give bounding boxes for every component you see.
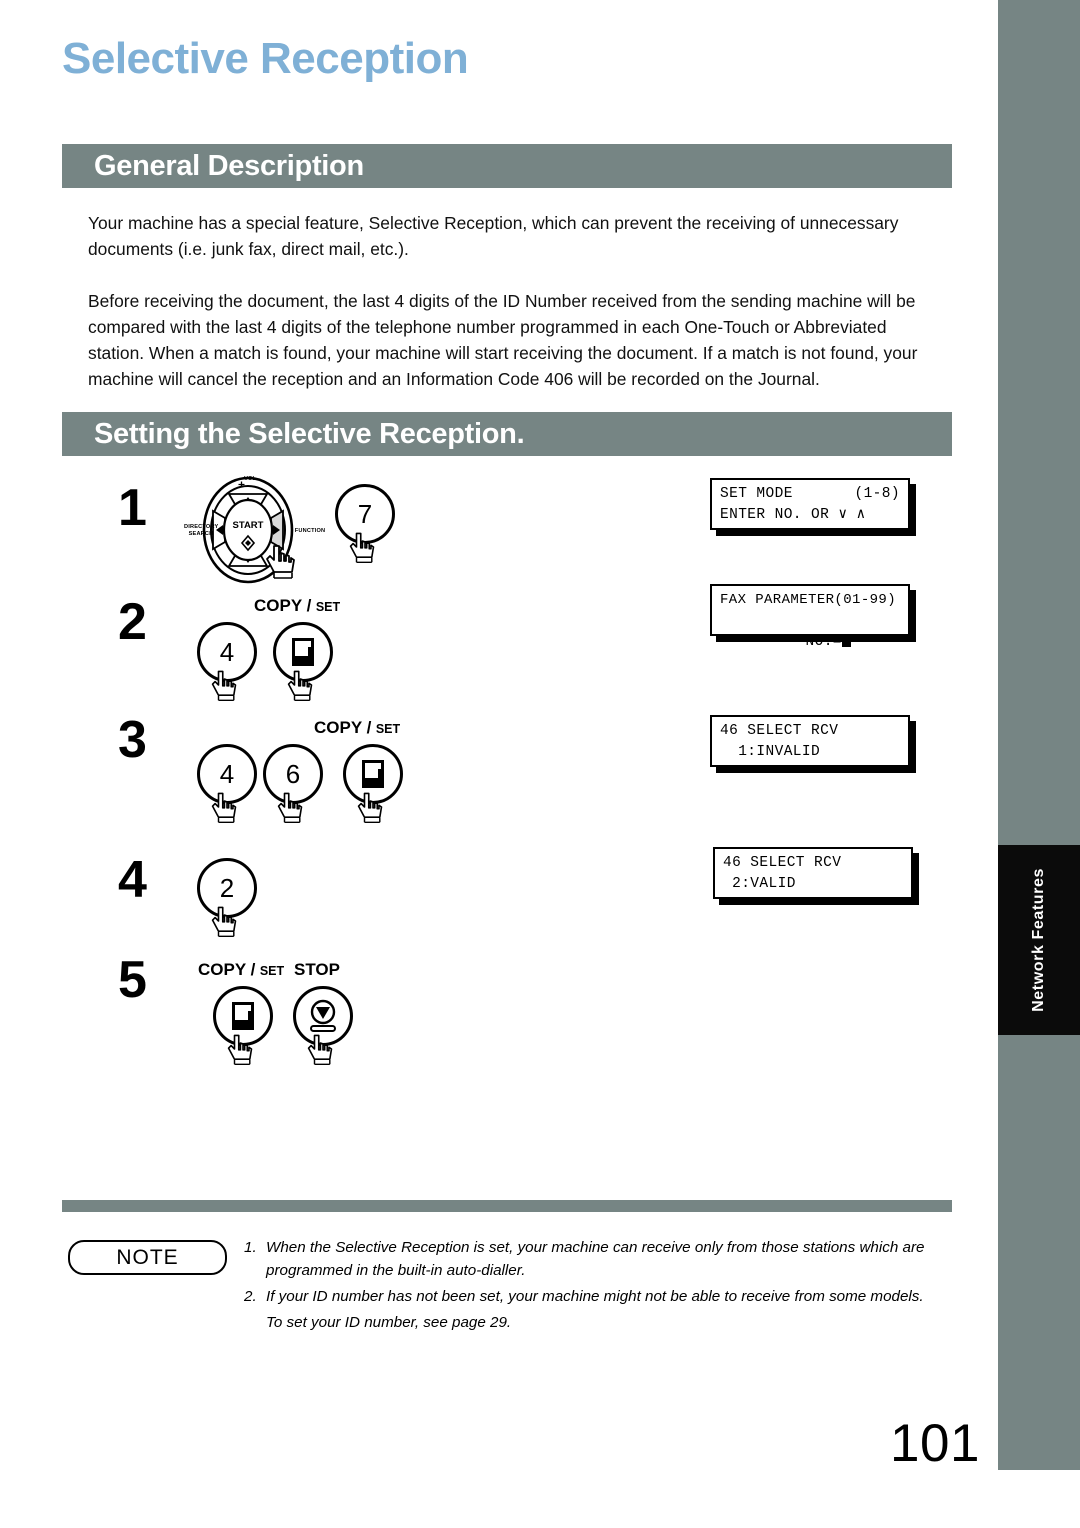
lcd-line: 46 SELECT RCV (720, 723, 839, 739)
note-text: When the Selective Reception is set, you… (266, 1239, 925, 1279)
hand-pointer-icon (266, 545, 295, 579)
step-keys (213, 986, 353, 1066)
key-unit[interactable] (343, 744, 403, 824)
label-copy: COPY (254, 596, 303, 615)
page-title: Selective Reception (62, 34, 469, 83)
key-group-label-copy-set: COPY / SET (254, 596, 340, 616)
paragraph-intro: Your machine has a special feature, Sele… (88, 213, 899, 259)
lcd-text-prefix: NO.= (805, 634, 842, 650)
step-row: 5 COPY / SET STOP (0, 938, 1000, 1066)
hand-pointer-icon (357, 792, 383, 824)
step-keys: 4 6 (197, 744, 403, 824)
dial-label-directory-search: DIRECTORY SEARCH (184, 524, 218, 538)
dial-label-line2: SEARCH (188, 531, 214, 537)
lcd-display-fax-parameter: FAX PARAMETER(01-99) NO.= (710, 584, 910, 650)
note-list: 1. When the Selective Reception is set, … (244, 1236, 954, 1334)
hand-pointer-icon (227, 1034, 253, 1066)
side-tab-network-features: Network Features (998, 845, 1080, 1035)
lcd-line: NO.= (720, 611, 900, 674)
key-unit[interactable]: 2 (197, 858, 257, 938)
step-keys: 4 (197, 622, 333, 702)
label-slash: / (306, 596, 312, 615)
lcd-line: 2:VALID (723, 876, 796, 892)
label-set: SET (259, 964, 285, 978)
lcd-display-set-mode: SET MODE (1-8) ENTER NO. OR ∨ ∧ (710, 478, 910, 530)
dial-label-function: FUNCTION (294, 528, 326, 534)
key-label-stop: STOP (294, 960, 340, 980)
step-number: 1 (118, 479, 147, 537)
step-number: 4 (118, 851, 147, 909)
lcd-display-select-rcv-invalid: 46 SELECT RCV 1:INVALID (710, 715, 910, 767)
label-set: SET (315, 600, 341, 614)
navigation-dial[interactable]: START VOL. DIRECTORY SEARCH FUNCTION (184, 474, 336, 586)
label-stop: STOP (294, 960, 340, 979)
label-copy: COPY (314, 718, 363, 737)
paragraph-id-matching: Before receiving the document, the last … (88, 291, 918, 389)
step-number: 3 (118, 711, 147, 769)
hand-pointer-icon (307, 1034, 333, 1066)
note-item: 1. When the Selective Reception is set, … (244, 1236, 954, 1282)
hand-pointer-icon (211, 906, 237, 938)
lcd-line: ENTER NO. OR ∨ ∧ (720, 507, 866, 523)
copy-page-icon (362, 760, 384, 788)
note-subtext: To set your ID number, see page 29. (266, 1314, 512, 1331)
key-unit[interactable]: 4 (197, 622, 257, 702)
key-unit[interactable]: 7 (335, 484, 395, 564)
dial-label-line1: DIRECTORY (184, 524, 219, 530)
note-index: 2. (244, 1288, 257, 1305)
hand-pointer-icon (349, 532, 375, 564)
key-unit[interactable]: 6 (263, 744, 323, 824)
section-title: General Description (94, 149, 364, 182)
label-set: SET (375, 722, 401, 736)
section-header-general-description: General Description (62, 144, 952, 188)
step-keys: 7 (335, 484, 395, 564)
hand-pointer-icon (277, 792, 303, 824)
key-unit[interactable] (293, 986, 353, 1066)
key-unit[interactable] (213, 986, 273, 1066)
section-title: Setting the Selective Reception. (94, 417, 525, 450)
dial-label-vol: VOL. (244, 476, 258, 482)
key-unit[interactable] (273, 622, 333, 702)
lcd-cursor-block (841, 634, 851, 647)
lcd-display-select-rcv-valid: 46 SELECT RCV 2:VALID (713, 847, 913, 899)
key-unit[interactable]: 4 (197, 744, 257, 824)
hand-pointer-icon (287, 670, 313, 702)
note-text: If your ID number has not been set, your… (266, 1288, 924, 1305)
hand-pointer-icon (211, 792, 237, 824)
note-index: 1. (244, 1239, 257, 1256)
lcd-text-right: (1-8) (854, 486, 900, 502)
note-item: 2. If your ID number has not been set, y… (244, 1285, 954, 1308)
step-number: 2 (118, 593, 147, 651)
note-badge: NOTE (68, 1240, 227, 1275)
stop-icon (310, 999, 336, 1032)
step-keys: 2 (197, 858, 257, 938)
step-number: 5 (118, 951, 147, 1009)
lcd-line: 46 SELECT RCV (723, 855, 842, 871)
lcd-line: 1:INVALID (720, 744, 821, 760)
right-margin-band (998, 0, 1080, 1470)
lcd-line: SET MODE (1-8) (720, 484, 900, 505)
lcd-text-left: SET MODE (720, 486, 793, 502)
label-copy: COPY (198, 960, 247, 979)
copy-page-icon (232, 1002, 254, 1030)
lcd-line: FAX PARAMETER(01-99) (720, 592, 897, 608)
hand-pointer-icon (211, 670, 237, 702)
note-divider (62, 1200, 952, 1212)
svg-text:START: START (233, 520, 264, 531)
label-slash: / (366, 718, 372, 737)
section-header-setting: Setting the Selective Reception. (62, 412, 952, 456)
key-group-label-copy-set: COPY / SET (198, 960, 284, 980)
label-slash: / (250, 960, 256, 979)
page-number: 101 (890, 1414, 980, 1473)
side-tab-label: Network Features (1030, 868, 1047, 1012)
copy-page-icon (292, 638, 314, 666)
key-group-label-copy-set: COPY / SET (314, 718, 400, 738)
